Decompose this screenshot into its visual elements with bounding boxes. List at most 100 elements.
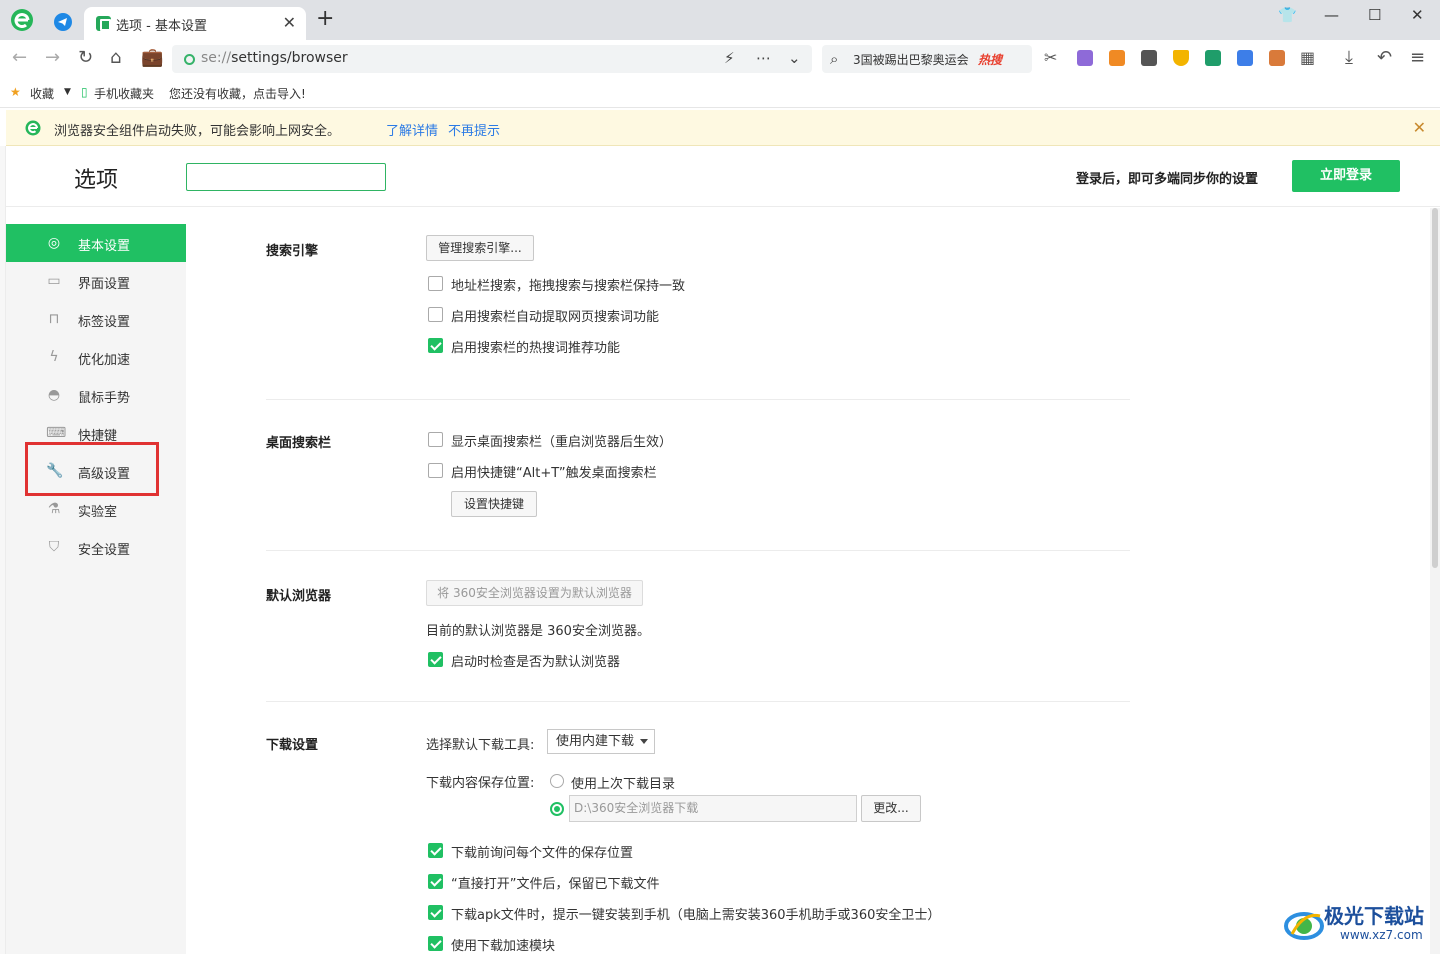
mouse-icon: ◓ [47, 387, 61, 403]
favorites-menu[interactable]: 收藏 [30, 85, 54, 102]
chevron-down-icon[interactable]: ⌄ [788, 49, 801, 67]
checkbox-ask-save-location[interactable] [428, 843, 443, 858]
option-label: 启用搜索栏的热搜词推荐功能 [451, 341, 621, 356]
scrollbar-thumb[interactable] [1432, 208, 1438, 568]
telegram-tab-icon[interactable] [54, 13, 72, 31]
section-divider [266, 550, 1130, 551]
sidebar-item-label: 界面设置 [78, 277, 131, 292]
checkbox-alt-t-shortcut[interactable] [428, 463, 443, 478]
section-title-download: 下载设置 [266, 738, 319, 753]
translate-icon[interactable] [1077, 50, 1093, 66]
forward-arrow-icon[interactable]: → [45, 48, 60, 68]
briefcase-icon[interactable]: 💼 [141, 48, 163, 68]
option-label: “直接打开”文件后，保留已下载文件 [451, 877, 660, 892]
favorites-dropdown-icon[interactable]: ▼ [64, 87, 71, 97]
dont-show-again-link[interactable]: 不再提示 [448, 120, 500, 139]
sidebar-item-label: 鼠标手势 [78, 391, 131, 406]
download-icon[interactable]: ⤓ [1345, 48, 1353, 68]
sidebar-item-mouse-gesture[interactable]: ◓ 鼠标手势 [6, 376, 186, 414]
hot-search-box[interactable]: ⌕ 3国被踢出巴黎奥运会 热搜 [822, 45, 1032, 73]
back-arrow-icon[interactable]: ← [12, 48, 27, 68]
reload-icon[interactable]: ↻ [78, 48, 93, 68]
settings-tab-favicon-icon [96, 16, 111, 31]
change-path-button[interactable]: 更改... [861, 795, 921, 822]
scissors-icon[interactable]: ✂ [1044, 48, 1057, 68]
tools-icon[interactable] [1269, 50, 1285, 66]
phone-icon: ▯ [81, 85, 88, 99]
option-label: 地址栏搜索，拖拽搜索与搜索栏保持一致 [451, 279, 686, 294]
maximize-button[interactable]: ☐ [1368, 6, 1381, 24]
notice-message: 浏览器安全组件启动失败，可能会影响上网安全。 [54, 124, 341, 139]
menu-icon[interactable]: ≡ [1410, 48, 1425, 68]
close-window-button[interactable]: ✕ [1411, 6, 1424, 24]
option-label: 使用上次下载目录 [571, 777, 676, 792]
download-tool-select[interactable]: 使用内建下载 [547, 729, 655, 754]
more-icon[interactable]: ⋯ [756, 49, 771, 67]
tab-icon: ⊓ [48, 311, 60, 327]
sidebar-item-label: 基本设置 [78, 239, 131, 254]
learn-more-link[interactable]: 了解详情 [386, 120, 438, 139]
tab-bar: 选项 - 基本设置 ✕ + 👕 — ☐ ✕ [0, 0, 1440, 40]
sidebar-item-basic[interactable]: ◎ 基本设置 [6, 224, 186, 262]
section-title-desktop-search: 桌面搜索栏 [266, 436, 332, 451]
settings-search-input[interactable] [186, 163, 386, 191]
undo-icon[interactable]: ↶ [1377, 48, 1392, 68]
sidebar-item-label: 标签设置 [78, 315, 131, 330]
download-path-field[interactable]: D:\360安全浏览器下载 [569, 795, 857, 822]
close-notice-icon[interactable]: ✕ [1413, 118, 1426, 137]
reader-icon[interactable] [1141, 50, 1157, 66]
checkbox-check-default-on-start[interactable] [428, 652, 443, 667]
checkbox-address-search-sync[interactable] [428, 276, 443, 291]
video-icon[interactable] [1237, 50, 1253, 66]
radio-custom-directory[interactable] [550, 802, 564, 816]
settings-sidebar: ◎ 基本设置 ▭ 界面设置 ⊓ 标签设置 ϟ 优化加速 ◓ 鼠标手势 ⌨ 快捷键… [6, 224, 186, 954]
checkbox-apk-install-prompt[interactable] [428, 905, 443, 920]
address-bar[interactable]: se://settings/browser ⚡ ⋯ ⌄ [172, 45, 812, 73]
sidebar-item-tabs[interactable]: ⊓ 标签设置 [6, 300, 186, 338]
apps-grid-icon[interactable]: ▦ [1300, 48, 1315, 68]
section-divider [266, 399, 1130, 400]
radio-last-directory[interactable] [550, 774, 564, 788]
tab-title: 选项 - 基本设置 [116, 19, 207, 34]
checkbox-auto-extract-keywords[interactable] [428, 307, 443, 322]
home-icon[interactable]: ⌂ [110, 48, 121, 68]
bookmark-bar: ★ 收藏 ▼ ▯ 手机收藏夹 您还没有收藏，点击导入! [0, 78, 1440, 108]
checkbox-hot-search-recommend[interactable] [428, 338, 443, 353]
manage-search-engines-button[interactable]: 管理搜索引擎... [426, 235, 534, 261]
checkbox-show-desktop-search[interactable] [428, 432, 443, 447]
checkbox-download-accelerator[interactable] [428, 936, 443, 951]
sidebar-item-label: 实验室 [78, 505, 118, 520]
section-divider [266, 701, 1130, 702]
scrollbar[interactable] [1430, 208, 1440, 954]
download-tool-value: 使用内建下载 [556, 734, 635, 749]
minimize-button[interactable]: — [1324, 6, 1339, 24]
lightning-icon[interactable]: ⚡ [724, 49, 735, 67]
set-default-browser-button[interactable]: 将 360安全浏览器设置为默认浏览器 [426, 580, 643, 606]
import-favorites-link[interactable]: 您还没有收藏，点击导入! [169, 85, 306, 102]
game-icon[interactable] [1109, 50, 1125, 66]
chatgpt-icon[interactable] [1205, 50, 1221, 66]
sidebar-item-security[interactable]: ⛉ 安全设置 [6, 528, 186, 566]
hot-search-text[interactable]: 3国被踢出巴黎奥运会 [853, 51, 973, 68]
skin-icon[interactable]: 👕 [1278, 6, 1297, 24]
watermark-url: www.xz7.com [1340, 928, 1423, 942]
mobile-favorites-link[interactable]: 手机收藏夹 [94, 85, 154, 102]
set-shortcut-button[interactable]: 设置快捷键 [451, 491, 537, 517]
address-url[interactable]: se://settings/browser [201, 50, 348, 66]
new-tab-button[interactable]: + [316, 8, 334, 30]
gear-circle-icon: ◎ [47, 235, 61, 251]
browser-logo-icon[interactable] [8, 6, 36, 34]
sidebar-item-optimize[interactable]: ϟ 优化加速 [6, 338, 186, 376]
highlight-annotation-box [25, 442, 159, 496]
login-button[interactable]: 立即登录 [1292, 160, 1400, 192]
lightning-icon: ϟ [49, 349, 59, 365]
checkbox-keep-opened-files[interactable] [428, 874, 443, 889]
tab-close-icon[interactable]: ✕ [283, 13, 296, 32]
option-label: 启动时检查是否为默认浏览器 [451, 655, 621, 670]
option-label: 下载前询问每个文件的保存位置 [451, 846, 634, 861]
security-shield-icon[interactable] [1173, 50, 1189, 66]
window-icon: ▭ [47, 273, 61, 289]
sidebar-item-interface[interactable]: ▭ 界面设置 [6, 262, 186, 300]
secure-site-icon [184, 54, 195, 65]
active-tab[interactable]: 选项 - 基本设置 ✕ [84, 7, 306, 40]
